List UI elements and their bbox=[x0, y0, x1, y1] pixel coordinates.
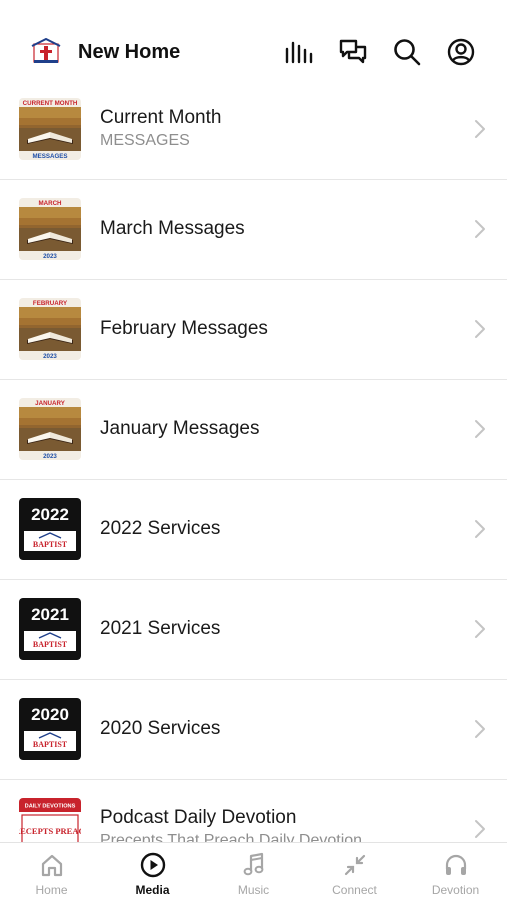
thumb-bottom-label: MESSAGES bbox=[32, 153, 67, 160]
tab-label: Media bbox=[135, 883, 170, 897]
thumb-top-label: FEBRUARY bbox=[33, 300, 68, 307]
item-text: January Messages bbox=[100, 380, 457, 480]
bottom-tab-bar: Home Media Music Connect Devotion bbox=[0, 842, 507, 900]
list-item[interactable]: 2021 BAPTIST 2021 Services bbox=[0, 580, 507, 680]
item-title: 2021 Services bbox=[100, 618, 221, 639]
chevron-right-icon bbox=[473, 618, 487, 640]
item-title: 2022 Services bbox=[100, 518, 221, 539]
item-thumbnail: MARCH 2023 bbox=[19, 198, 81, 260]
item-thumbnail: 2022 BAPTIST bbox=[19, 498, 81, 560]
play-circle-icon bbox=[140, 852, 165, 878]
list-item[interactable]: FEBRUARY 2023 February Messages bbox=[0, 280, 507, 380]
chevron-right-icon bbox=[473, 118, 487, 140]
item-text: March Messages bbox=[100, 180, 457, 280]
tab-connect[interactable]: Connect bbox=[304, 843, 405, 900]
thumb-top-label: DAILY DEVOTIONS bbox=[25, 804, 76, 810]
music-note-icon bbox=[243, 852, 263, 876]
thumb-bottom-label: BAPTIST bbox=[33, 540, 68, 549]
equalizer-icon[interactable] bbox=[283, 37, 313, 67]
item-text: 2022 Services bbox=[100, 480, 457, 580]
item-title: Current Month bbox=[100, 107, 222, 128]
list-item[interactable]: MARCH 2023 March Messages bbox=[0, 180, 507, 280]
thumb-bottom-label: PRECEPTS PREACH bbox=[19, 826, 81, 836]
page-title: New Home bbox=[78, 41, 181, 63]
account-icon[interactable] bbox=[446, 37, 476, 67]
item-thumbnail: JANUARY 2023 bbox=[19, 398, 81, 460]
item-text: February Messages bbox=[100, 280, 457, 380]
thumb-bottom-label: BAPTIST bbox=[33, 740, 68, 749]
chevron-right-icon bbox=[473, 418, 487, 440]
thumb-bottom-label: 2023 bbox=[43, 453, 57, 460]
item-title: 2020 Services bbox=[100, 718, 221, 739]
thumb-top-label: 2020 bbox=[31, 705, 69, 724]
tab-media[interactable]: Media bbox=[102, 843, 203, 900]
chevron-right-icon bbox=[473, 518, 487, 540]
item-text: Current Month MESSAGES bbox=[100, 80, 457, 180]
church-logo-icon[interactable] bbox=[30, 37, 62, 66]
home-icon bbox=[41, 854, 62, 877]
list-item[interactable]: JANUARY 2023 January Messages bbox=[0, 380, 507, 480]
media-list: CURRENT MONTH MESSAGES Current Month MESS… bbox=[0, 80, 507, 880]
header-bar: New Home bbox=[0, 0, 507, 90]
item-title: February Messages bbox=[100, 318, 268, 339]
thumb-top-label: MARCH bbox=[38, 200, 62, 207]
chevron-right-icon bbox=[473, 718, 487, 740]
thumb-top-label: JANUARY bbox=[35, 400, 66, 407]
list-item[interactable]: 2020 BAPTIST 2020 Services bbox=[0, 680, 507, 780]
item-text: 2021 Services bbox=[100, 580, 457, 680]
thumb-top-label: 2022 bbox=[31, 505, 69, 524]
tab-label: Home bbox=[35, 883, 68, 897]
chevron-right-icon bbox=[473, 818, 487, 840]
thumb-bottom-label: 2023 bbox=[43, 353, 57, 360]
chat-icon[interactable] bbox=[338, 37, 368, 67]
item-thumbnail: CURRENT MONTH MESSAGES bbox=[19, 98, 81, 160]
item-thumbnail: 2020 BAPTIST bbox=[19, 698, 81, 760]
item-thumbnail: 2021 BAPTIST bbox=[19, 598, 81, 660]
thumb-top-label: 2021 bbox=[31, 605, 69, 624]
tab-music[interactable]: Music bbox=[203, 843, 304, 900]
thumb-bottom-label: BAPTIST bbox=[33, 640, 68, 649]
list-item[interactable]: CURRENT MONTH MESSAGES Current Month MESS… bbox=[0, 80, 507, 180]
tab-label: Music bbox=[237, 883, 270, 897]
item-subtitle: MESSAGES bbox=[100, 132, 190, 149]
item-title: Podcast Daily Devotion bbox=[100, 807, 297, 828]
thumb-bottom-label: 2023 bbox=[43, 253, 57, 260]
list-item[interactable]: 2022 BAPTIST 2022 Services bbox=[0, 480, 507, 580]
tab-label: Connect bbox=[332, 883, 377, 897]
search-icon[interactable] bbox=[392, 37, 422, 67]
item-title: January Messages bbox=[100, 418, 260, 439]
headphones-icon bbox=[445, 854, 466, 875]
tab-label: Devotion bbox=[431, 883, 480, 897]
item-thumbnail: FEBRUARY 2023 bbox=[19, 298, 81, 360]
item-text: 2020 Services bbox=[100, 680, 457, 780]
tab-devotion[interactable]: Devotion bbox=[405, 843, 506, 900]
tab-home[interactable]: Home bbox=[1, 843, 102, 900]
item-title: March Messages bbox=[100, 218, 245, 239]
chevron-right-icon bbox=[473, 218, 487, 240]
chevron-right-icon bbox=[473, 318, 487, 340]
connect-arrows-icon bbox=[344, 854, 365, 876]
thumb-top-label: CURRENT MONTH bbox=[23, 100, 78, 107]
app-screen: New Home CURRENT MONTH MESSAGES Current … bbox=[0, 0, 507, 900]
